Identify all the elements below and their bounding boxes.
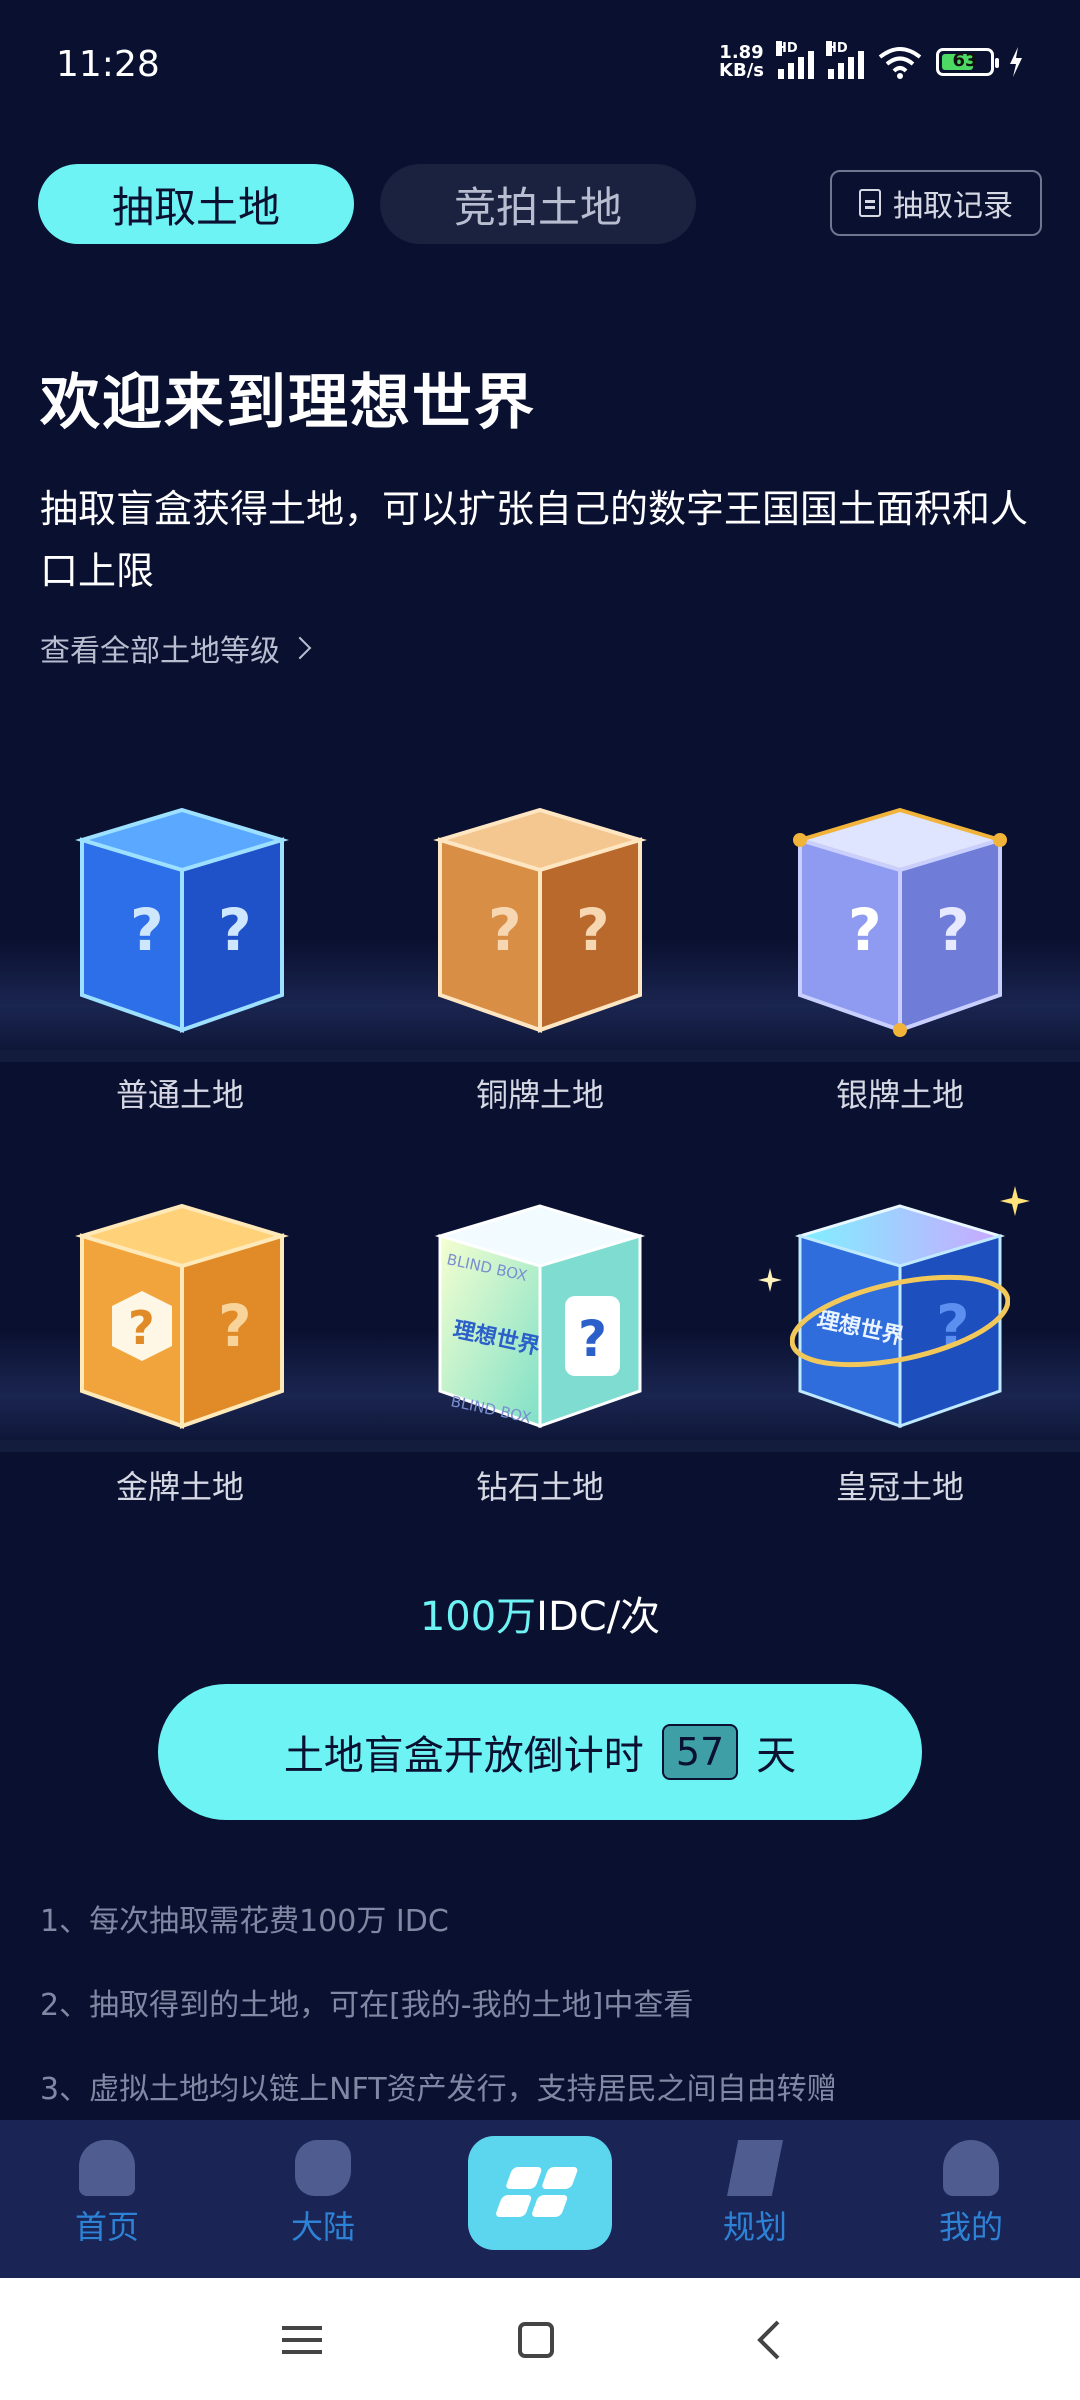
- signal-icon: HD: [776, 41, 814, 79]
- nav-mine[interactable]: 我的: [896, 2140, 1046, 2248]
- diamond-blind-box-icon[interactable]: BLIND BOX BLIND BOX 理想世界 ?: [430, 1196, 650, 1436]
- land-label-diamond: 钻石土地: [475, 1468, 604, 1506]
- gold-mystery-box-icon[interactable]: ? ?: [72, 1196, 292, 1436]
- svg-text:?: ?: [128, 1301, 155, 1355]
- svg-text:?: ?: [218, 896, 252, 964]
- menu-icon[interactable]: [272, 2310, 332, 2370]
- svg-text:?: ?: [848, 896, 882, 964]
- status-icons: 1.89 KB/s HD HD 63: [719, 41, 1024, 81]
- crown-mystery-box-icon[interactable]: 理想世界 ?: [789, 1196, 1011, 1436]
- map-pin-icon: [295, 2140, 351, 2196]
- platform-divider-2: [0, 1440, 1080, 1452]
- page-title: 欢迎来到理想世界: [40, 368, 536, 438]
- nav-home-label: 首页: [74, 2208, 139, 2246]
- land-label-silver: 银牌土地: [835, 1076, 964, 1114]
- svg-text:?: ?: [218, 1292, 252, 1360]
- silver-mystery-box-icon[interactable]: ? ?: [790, 800, 1010, 1040]
- nav-plan-label: 规划: [722, 2208, 787, 2246]
- back-icon[interactable]: [740, 2310, 800, 2370]
- tab-auction-land[interactable]: 竞拍土地: [380, 164, 696, 244]
- svg-text:?: ?: [936, 896, 970, 964]
- nav-continent[interactable]: 大陆: [248, 2140, 398, 2248]
- svg-text:?: ?: [488, 896, 522, 964]
- rule-2: 2、抽取得到的土地，可在[我的-我的土地]中查看: [40, 1988, 694, 2023]
- land-label-crown: 皇冠土地: [835, 1468, 964, 1506]
- land-label-common: 普通土地: [115, 1076, 244, 1114]
- svg-text:?: ?: [130, 896, 164, 964]
- svg-text:?: ?: [578, 1310, 607, 1368]
- draw-record-label: 抽取记录: [893, 189, 1013, 224]
- view-all-label: 查看全部土地等级: [40, 634, 280, 669]
- view-all-levels-link[interactable]: 查看全部土地等级: [40, 626, 312, 670]
- charging-icon: [1010, 47, 1022, 77]
- nav-center-button[interactable]: [468, 2136, 612, 2250]
- document-icon: [859, 189, 881, 217]
- plan-icon: [727, 2140, 783, 2196]
- status-time: 11:28: [56, 44, 160, 85]
- tab-draw-land[interactable]: 抽取土地: [38, 164, 354, 244]
- network-speed: 1.89 KB/s: [719, 42, 764, 81]
- user-icon: [943, 2140, 999, 2196]
- countdown-days: 57: [661, 1724, 739, 1780]
- sparkle-icon-2: [758, 1268, 782, 1292]
- home-square-icon[interactable]: [506, 2310, 566, 2370]
- countdown-suffix: 天: [756, 1733, 797, 1779]
- blue-mystery-box-icon[interactable]: ? ?: [72, 800, 292, 1040]
- draw-record-button[interactable]: 抽取记录: [830, 170, 1042, 236]
- wifi-icon: [878, 47, 922, 79]
- nav-plan[interactable]: 规划: [680, 2140, 830, 2248]
- svg-text:?: ?: [576, 896, 610, 964]
- rule-1: 1、每次抽取需花费100万 IDC: [40, 1904, 449, 1939]
- countdown-prefix: 土地盲盒开放倒计时: [283, 1733, 644, 1779]
- nav-continent-label: 大陆: [290, 2208, 355, 2246]
- land-label-gold: 金牌土地: [115, 1468, 244, 1506]
- draw-countdown-button[interactable]: 土地盲盒开放倒计时 57 天: [158, 1684, 922, 1820]
- page-description: 抽取盲盒获得土地，可以扩张自己的数字王国国土面积和人口上限: [40, 487, 1029, 593]
- sparkle-icon: [1000, 1186, 1030, 1216]
- grid-icon: [496, 2167, 578, 2217]
- rule-3: 3、虚拟土地均以链上NFT资产发行，支持居民之间自由转赠: [40, 2072, 837, 2107]
- nav-home[interactable]: 首页: [32, 2140, 182, 2248]
- signal-icon-2: HD: [826, 41, 864, 79]
- platform-divider-1: [0, 1050, 1080, 1062]
- land-label-bronze: 铜牌土地: [475, 1076, 604, 1114]
- nav-mine-label: 我的: [938, 2208, 1003, 2246]
- bronze-mystery-box-icon[interactable]: ? ?: [430, 800, 650, 1040]
- price-per-draw: 100万IDC/次: [0, 1584, 1080, 1642]
- home-icon: [79, 2140, 135, 2196]
- chevron-right-icon: [288, 636, 312, 660]
- price-amount: 100万: [419, 1594, 537, 1640]
- battery-icon: 63: [936, 48, 999, 76]
- price-unit: IDC/次: [536, 1594, 661, 1640]
